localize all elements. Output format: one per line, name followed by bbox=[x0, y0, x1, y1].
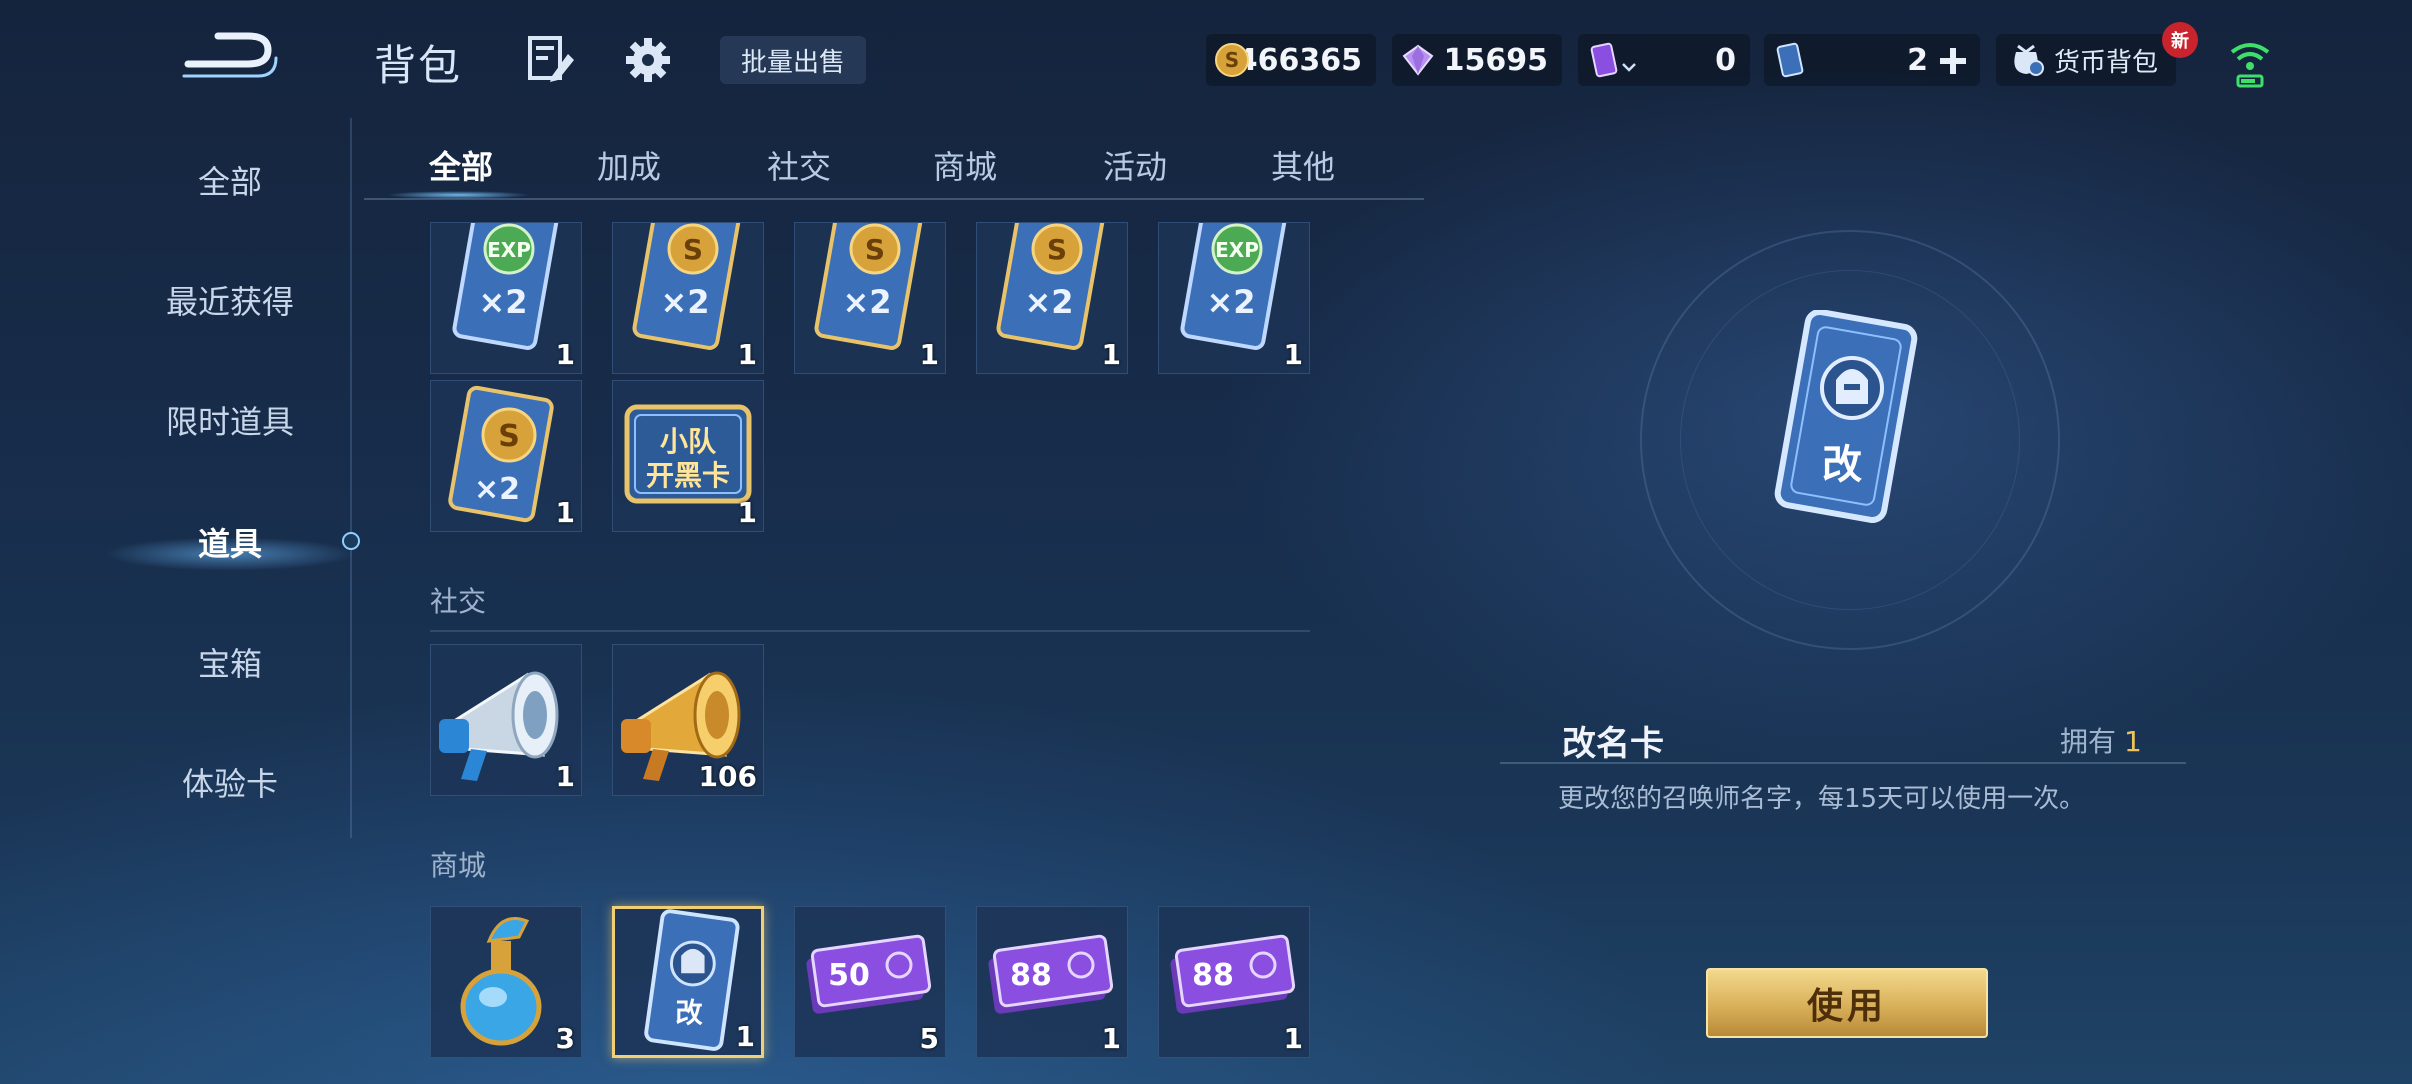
item-count: 5 bbox=[919, 1022, 939, 1055]
sidebar-item-recent[interactable]: 最近获得 bbox=[80, 270, 380, 330]
nav-active-indicator bbox=[342, 532, 360, 550]
blue-card-icon bbox=[1776, 42, 1804, 78]
squad-card-text-bottom: 开黑卡 bbox=[646, 459, 730, 492]
item-coupon-88[interactable]: 88 1 bbox=[976, 906, 1128, 1058]
diamond-amount: 15695 bbox=[1443, 42, 1548, 78]
item-count: 1 bbox=[1101, 1022, 1121, 1055]
item-count: 1 bbox=[1283, 1022, 1303, 1055]
detail-rename-card-icon: 改 bbox=[1774, 310, 1918, 523]
item-coupon-88[interactable]: 88 1 bbox=[1158, 906, 1310, 1058]
item-grid: EXP ×2 1 S ×2 1 S ×2 1 S ×2 1 EXP ×2 1 S… bbox=[430, 222, 1330, 1084]
item-exp-x2-card[interactable]: EXP ×2 1 bbox=[1158, 222, 1310, 374]
item-count: 1 bbox=[735, 1020, 755, 1053]
svg-text:×2: ×2 bbox=[474, 472, 520, 507]
sidebar-item-trial-card[interactable]: 体验卡 bbox=[80, 752, 380, 812]
batch-sell-button[interactable]: 批量出售 bbox=[720, 36, 866, 84]
item-gold-x2-card[interactable]: S ×2 1 bbox=[430, 380, 582, 532]
item-count: 1 bbox=[1283, 338, 1303, 371]
back-icon[interactable] bbox=[178, 28, 278, 84]
gold-coin-icon: S bbox=[1215, 43, 1249, 77]
tab-boost[interactable]: 加成 bbox=[564, 140, 694, 190]
gold-amount: 466365 bbox=[1236, 42, 1362, 78]
section-title-social: 社交 bbox=[430, 585, 487, 618]
detail-item-name: 改名卡 bbox=[1562, 724, 1664, 764]
svg-text:EXP: EXP bbox=[1215, 238, 1259, 262]
coupon-value: 88 bbox=[1010, 958, 1052, 993]
item-count: 106 bbox=[698, 760, 757, 793]
detail-owned: 拥有 1 bbox=[2060, 720, 2142, 760]
item-exp-x2-card[interactable]: EXP ×2 1 bbox=[430, 222, 582, 374]
tab-other[interactable]: 其他 bbox=[1238, 140, 1368, 190]
ticket-a-amount: 0 bbox=[1715, 42, 1736, 78]
item-potion[interactable]: 3 bbox=[430, 906, 582, 1058]
svg-text:×2: ×2 bbox=[1024, 283, 1073, 321]
rename-card-glyph: 改 bbox=[675, 998, 703, 1029]
svg-text:S: S bbox=[683, 233, 703, 266]
page-title: 背包 bbox=[374, 41, 463, 90]
tab-social[interactable]: 社交 bbox=[734, 140, 864, 190]
svg-text:S: S bbox=[865, 233, 885, 266]
svg-text:EXP: EXP bbox=[487, 238, 531, 262]
gear-icon[interactable] bbox=[622, 34, 674, 86]
section-divider bbox=[430, 630, 1310, 632]
coupon-value: 88 bbox=[1192, 958, 1234, 993]
new-badge: 新 bbox=[2162, 22, 2198, 58]
coupon-value: 50 bbox=[828, 958, 870, 993]
item-count: 1 bbox=[1101, 338, 1121, 371]
item-count: 1 bbox=[555, 760, 575, 793]
currency-bag-label: 货币背包 bbox=[2054, 47, 2159, 78]
sidebar-item-chest[interactable]: 宝箱 bbox=[80, 632, 380, 692]
item-count: 3 bbox=[555, 1022, 575, 1055]
gold-counter: S 466365 bbox=[1206, 34, 1376, 86]
wifi-signal-icon bbox=[2230, 43, 2270, 88]
item-coupon-50[interactable]: 50 5 bbox=[794, 906, 946, 1058]
sidebar-item-props[interactable]: 道具 bbox=[80, 512, 380, 572]
item-rename-card[interactable]: 改 1 bbox=[612, 906, 764, 1058]
svg-text:S: S bbox=[1225, 48, 1239, 72]
ticket-a-counter[interactable]: 0 bbox=[1578, 34, 1750, 86]
ticket-b-amount: 2 bbox=[1907, 42, 1928, 78]
plus-icon[interactable] bbox=[1938, 46, 1968, 76]
detail-description: 更改您的召唤师名字，每15天可以使用一次。 bbox=[1558, 784, 2086, 814]
use-button[interactable]: 使用 bbox=[1706, 968, 1988, 1038]
diamond-icon bbox=[1402, 44, 1434, 76]
currency-bag-button[interactable]: 货币背包 bbox=[1996, 34, 2176, 86]
item-gold-x2-card[interactable]: S ×2 1 bbox=[612, 222, 764, 374]
item-count: 1 bbox=[555, 496, 575, 529]
item-count: 1 bbox=[737, 338, 757, 371]
item-gold-megaphone[interactable]: 106 bbox=[612, 644, 764, 796]
item-count: 1 bbox=[555, 338, 575, 371]
tab-all[interactable]: 全部 bbox=[396, 140, 526, 190]
tab-active-glow bbox=[368, 190, 548, 200]
owned-value: 1 bbox=[2124, 725, 2142, 758]
detail-divider bbox=[1500, 762, 2186, 764]
ticket-b-counter: 2 bbox=[1764, 34, 1980, 86]
svg-text:S: S bbox=[1047, 233, 1067, 266]
tab-event[interactable]: 活动 bbox=[1070, 140, 1200, 190]
nav-divider bbox=[350, 118, 352, 838]
svg-text:×2: ×2 bbox=[660, 283, 709, 321]
detail-card-glyph: 改 bbox=[1822, 442, 1862, 488]
svg-text:S: S bbox=[498, 419, 520, 454]
item-count: 1 bbox=[737, 496, 757, 529]
item-squad-card[interactable]: 小队 开黑卡 1 bbox=[612, 380, 764, 532]
sidebar-item-all[interactable]: 全部 bbox=[80, 150, 380, 210]
money-bag-icon bbox=[2014, 44, 2044, 76]
tab-mall[interactable]: 商城 bbox=[900, 140, 1030, 190]
chevron-down-icon[interactable] bbox=[1620, 60, 1638, 74]
edit-note-icon[interactable] bbox=[524, 34, 576, 86]
purple-ticket-icon bbox=[1590, 42, 1618, 78]
svg-text:×2: ×2 bbox=[1206, 283, 1255, 321]
item-silver-megaphone[interactable]: 1 bbox=[430, 644, 582, 796]
svg-text:×2: ×2 bbox=[842, 283, 891, 321]
item-gold-x2-card[interactable]: S ×2 1 bbox=[794, 222, 946, 374]
owned-label: 拥有 bbox=[2060, 725, 2117, 758]
item-gold-x2-card[interactable]: S ×2 1 bbox=[976, 222, 1128, 374]
section-title-mall: 商城 bbox=[430, 849, 487, 882]
diamond-counter: 15695 bbox=[1392, 34, 1562, 86]
svg-text:×2: ×2 bbox=[478, 283, 527, 321]
squad-card-text-top: 小队 bbox=[660, 425, 717, 458]
sidebar-item-limited[interactable]: 限时道具 bbox=[80, 390, 380, 450]
item-count: 1 bbox=[919, 338, 939, 371]
